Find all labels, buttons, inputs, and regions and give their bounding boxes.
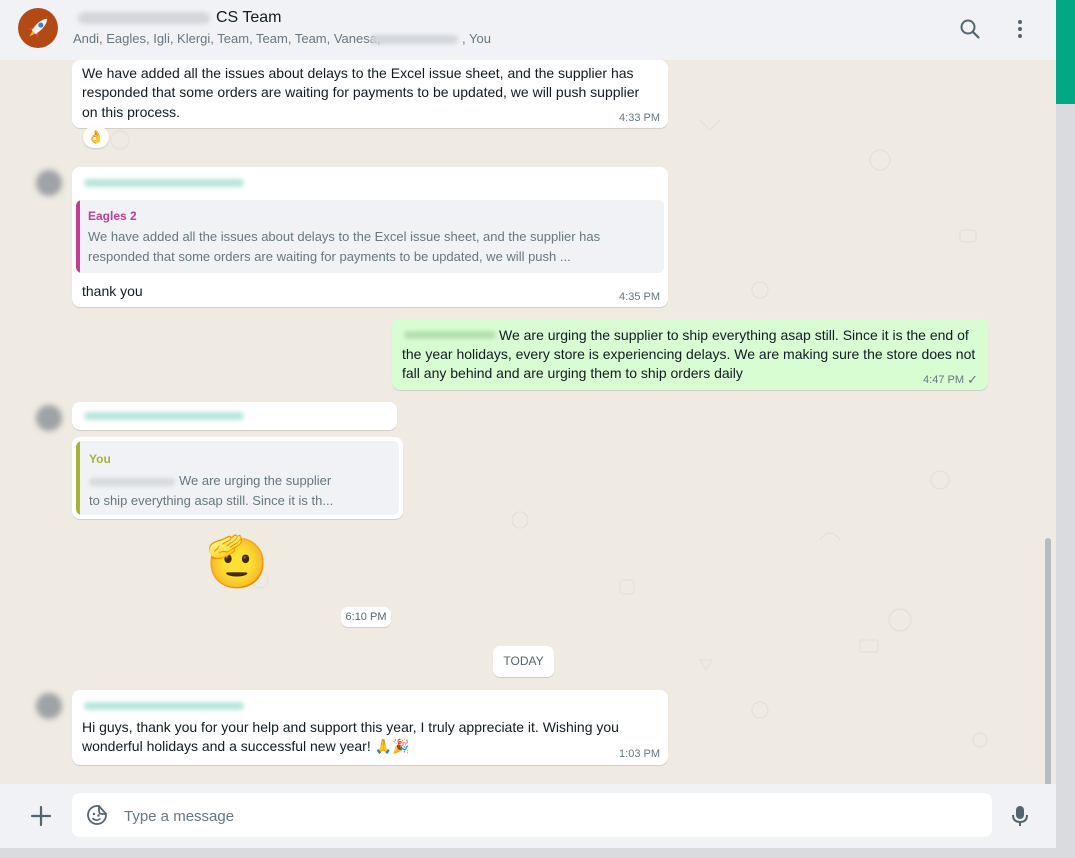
group-members-you[interactable]: , You — [462, 31, 491, 46]
incoming-message[interactable]: Hi guys, thank you for your help and sup… — [72, 690, 668, 765]
quote-text-line: We are urging the supplier — [179, 473, 332, 488]
quote-author: Eagles 2 — [88, 209, 137, 223]
sender-avatar-redacted[interactable] — [36, 405, 62, 431]
rocket-icon — [27, 18, 48, 39]
menu-button[interactable] — [1008, 17, 1032, 41]
chat-scrollbar[interactable] — [1045, 538, 1051, 784]
message-text-line: wonderful holidays and a successful new … — [82, 738, 410, 754]
window-bottom-edge — [0, 848, 1056, 858]
message-time: 4:35 PM — [619, 291, 660, 303]
group-members[interactable]: Andi, Eagles, Igli, Klergi, Team, Team, … — [73, 31, 381, 46]
sender-name-redacted[interactable] — [84, 702, 244, 710]
message-time: 4:33 PM — [619, 112, 660, 124]
emoji-button[interactable] — [85, 803, 109, 827]
message-list[interactable]: We have added all the issues about delay… — [0, 60, 1056, 784]
date-divider: TODAY — [493, 646, 554, 677]
window-accent-strip — [1056, 0, 1075, 104]
mention-redacted — [89, 478, 175, 486]
message-text-line: responded that some orders are waiting f… — [82, 84, 640, 100]
message-text-line: on this process. — [82, 104, 181, 120]
message-time: 6:10 PM — [341, 607, 391, 627]
quote-text-line: We have added all the issues about delay… — [88, 229, 601, 244]
plus-icon — [30, 805, 52, 827]
message-input[interactable] — [122, 804, 966, 828]
member-name-redacted — [370, 35, 458, 44]
message-text-line: We are urging the supplier to ship every… — [499, 327, 969, 343]
outgoing-message[interactable]: We are urging the supplier to ship every… — [392, 319, 988, 390]
message-text-line: We have added all the issues about delay… — [82, 65, 634, 81]
incoming-reply-message[interactable]: You We are urging the supplier to ship e… — [72, 437, 403, 519]
attach-button[interactable] — [29, 804, 53, 828]
message-time: 4:47 PM — [923, 374, 964, 386]
quote-accent-bar — [76, 441, 80, 515]
sticker-smiley-icon — [87, 805, 107, 825]
quote-accent-bar — [76, 200, 80, 273]
message-time: 1:03 PM — [619, 748, 660, 760]
window-gutter — [1056, 104, 1075, 858]
group-avatar[interactable] — [18, 8, 58, 48]
sender-name-redacted[interactable] — [84, 179, 244, 187]
kebab-menu-icon — [1018, 20, 1022, 38]
composer-bar — [0, 784, 1056, 848]
search-icon — [960, 19, 980, 39]
sender-name-chip[interactable] — [72, 402, 397, 430]
quote-author: You — [89, 452, 111, 466]
sender-name-redacted[interactable] — [84, 412, 244, 420]
message-text: thank you — [82, 283, 143, 299]
message-text-line: fall any behind and are urging them to s… — [402, 365, 743, 381]
quote-text-line: responded that some orders are waiting f… — [88, 249, 571, 264]
voice-message-button[interactable] — [1009, 804, 1031, 828]
search-button[interactable] — [958, 17, 982, 41]
message-text-line: Hi guys, thank you for your help and sup… — [82, 719, 619, 735]
chat-title[interactable]: CS Team — [216, 9, 282, 27]
message-composer[interactable] — [72, 793, 992, 837]
microphone-icon — [1012, 806, 1028, 826]
reaction-badge[interactable]: 👌 — [83, 126, 109, 148]
message-text-line: the year holidays, every store is experi… — [402, 346, 976, 362]
sender-avatar-redacted[interactable] — [36, 693, 62, 719]
quote-text-line: to ship everything asap still. Since it … — [89, 493, 334, 508]
group-name-redacted — [78, 12, 210, 24]
whatsapp-window: CS Team Andi, Eagles, Igli, Klergi, Team… — [0, 0, 1056, 848]
chat-header[interactable]: CS Team Andi, Eagles, Igli, Klergi, Team… — [0, 0, 1056, 61]
sender-avatar-redacted[interactable] — [36, 170, 62, 196]
incoming-message[interactable]: We have added all the issues about delay… — [72, 60, 668, 128]
quoted-message[interactable]: Eagles 2 We have added all the issues ab… — [76, 200, 664, 273]
saluting-face-sticker[interactable]: 🫡 — [206, 534, 268, 590]
incoming-reply-message[interactable]: Eagles 2 We have added all the issues ab… — [72, 167, 668, 307]
sent-check-icon: ✓ — [967, 372, 978, 387]
mention-redacted — [404, 331, 496, 339]
quoted-message[interactable]: You We are urging the supplier to ship e… — [76, 441, 399, 515]
